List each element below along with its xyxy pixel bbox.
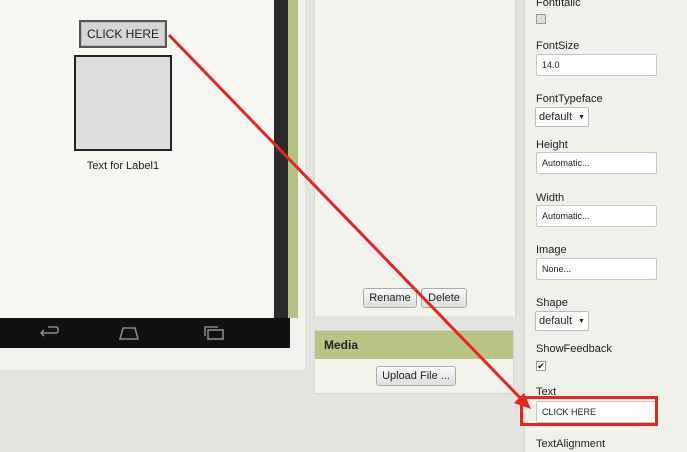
annotation-arrow [167,33,531,409]
